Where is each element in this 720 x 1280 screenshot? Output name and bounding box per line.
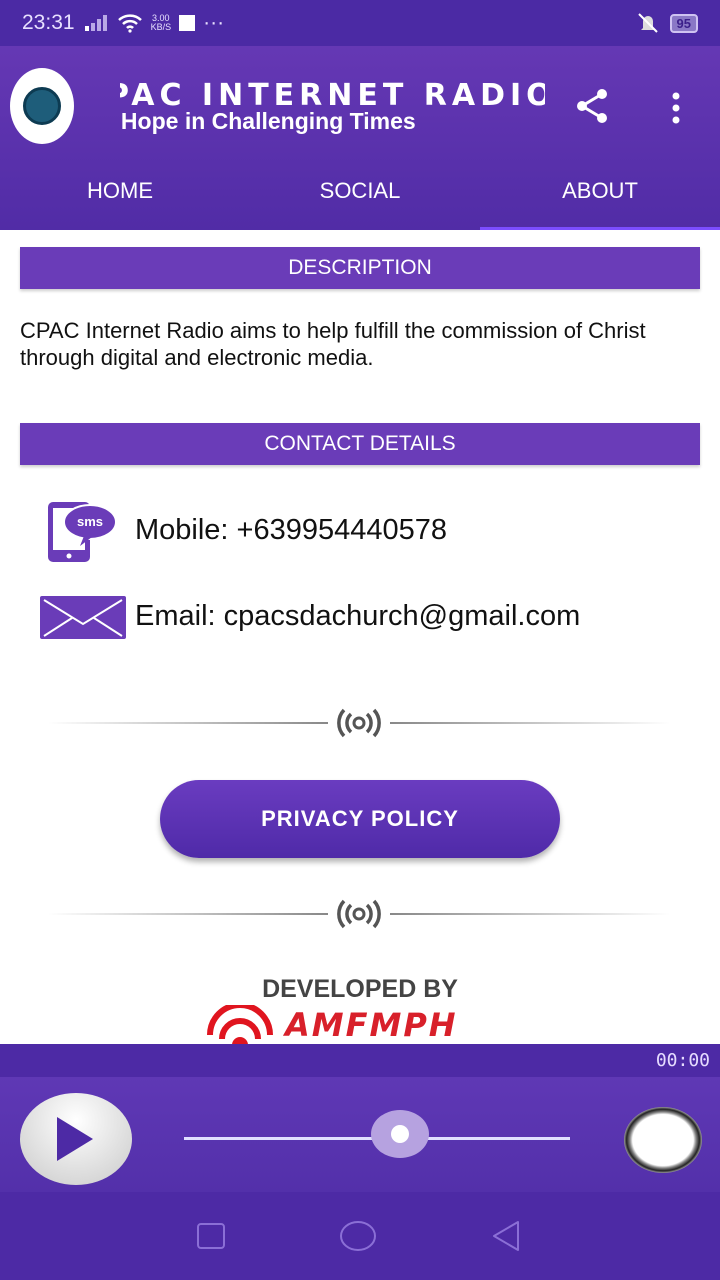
contact-details-heading: CONTACT DETAILS (20, 423, 700, 465)
email-contact[interactable]: Email: cpacsdachurch@gmail.com (135, 600, 580, 633)
mobile-contact[interactable]: Mobile: +639954440578 (135, 514, 447, 547)
recents-icon[interactable] (196, 1221, 226, 1251)
privacy-policy-button[interactable]: PRIVACY POLICY (160, 780, 560, 858)
share-icon[interactable] (572, 86, 612, 126)
wifi-icon (117, 14, 142, 33)
home-icon[interactable] (338, 1219, 378, 1253)
tab-social[interactable]: SOCIAL (240, 174, 480, 230)
back-icon[interactable] (490, 1219, 524, 1253)
volume-slider-thumb[interactable] (371, 1110, 430, 1158)
sms-phone-icon: sms (48, 502, 117, 562)
play-button[interactable] (20, 1093, 132, 1185)
more-notifications: ··· (203, 11, 225, 34)
app-bar: CPAC INTERNET RADIO Bringing Hope in Cha… (0, 46, 720, 230)
cell-signal-icon (84, 15, 107, 31)
divider (48, 708, 670, 738)
player-controls (0, 1077, 720, 1192)
sleep-timer-clock-icon[interactable] (624, 1107, 702, 1173)
developer-logo[interactable]: AMFMPH (285, 1006, 458, 1044)
description-heading: DESCRIPTION (20, 247, 700, 289)
tab-home[interactable]: HOME (0, 174, 240, 230)
broadcast-icon (337, 708, 381, 738)
developed-by-label: DEVELOPED BY (262, 975, 458, 1003)
app-notification-icon (179, 15, 196, 31)
clock-time: 23:31 (22, 11, 75, 34)
marquee-subtitle: Bringing Hope in Challenging Times (120, 108, 520, 135)
globe-icon (23, 87, 61, 125)
network-speed: 3.00 KB/S (151, 14, 172, 32)
more-vert-icon[interactable] (664, 88, 688, 128)
playback-timer: 00:00 (655, 1050, 710, 1071)
app-logo (10, 68, 74, 144)
description-text: CPAC Internet Radio aims to help fulfill… (20, 318, 646, 370)
email-envelope-icon (40, 596, 126, 639)
tab-about[interactable]: ABOUT (480, 174, 720, 230)
speed-unit: KB/S (150, 22, 172, 32)
divider (48, 899, 670, 929)
broadcast-icon (337, 899, 381, 929)
sms-label: sms (77, 514, 103, 529)
volume-slider[interactable] (184, 1110, 570, 1158)
vibrate-mute-icon (637, 13, 658, 33)
subtitle-text: Bringing Hope in Challenging Times (120, 108, 416, 134)
developer-logo-waves-icon (207, 1005, 273, 1045)
tab-bar: HOME SOCIAL ABOUT (0, 174, 720, 230)
radio-player: 00:00 (0, 1044, 720, 1280)
status-bar: 23:31 3.00 KB/S ··· 95 (0, 0, 720, 46)
system-nav-bar (0, 1192, 720, 1280)
battery-indicator: 95 (669, 13, 698, 33)
